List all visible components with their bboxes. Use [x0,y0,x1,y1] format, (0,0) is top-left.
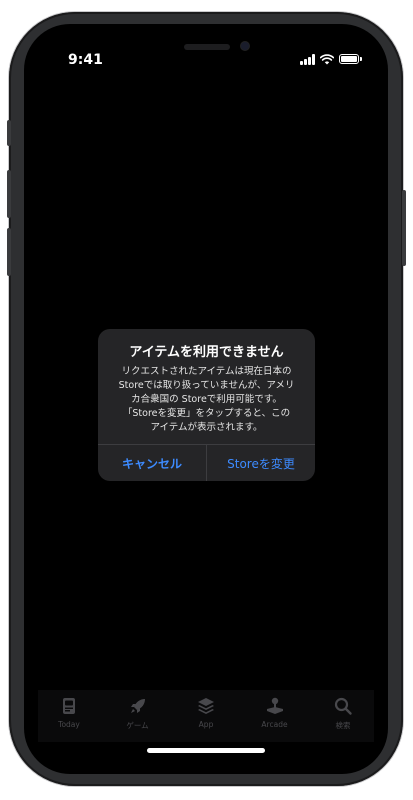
mute-switch [7,120,11,146]
tab-label-apps: App [198,720,214,729]
tab-search[interactable]: 検索 [312,690,374,742]
tab-label-today: Today [58,720,80,729]
alert-actions: キャンセル Storeを変更 [98,444,315,481]
joystick-icon [266,697,283,714]
rocket-icon [130,699,145,713]
change-store-button[interactable]: Storeを変更 [207,445,315,481]
tab-apps[interactable]: App [175,690,237,742]
volume-up-button [7,170,11,218]
home-indicator[interactable] [147,748,265,753]
alert-title: アイテムを利用できません [129,345,284,360]
earpiece-speaker [184,44,230,50]
today-icon [63,698,75,714]
tab-label-search: 検索 [335,721,351,730]
status-icons [300,52,362,66]
alert-dialog: アイテムを利用できません リクエストされたアイテムは現在日本の Storeでは取… [98,329,315,481]
wifi-icon [320,53,334,64]
cancel-button[interactable]: キャンセル [98,445,207,481]
tab-label-arcade: Arcade [261,720,288,729]
alert-message: リクエストされたアイテムは現在日本の Storeでは取り扱っていませんが、アメリ… [118,366,295,433]
power-button [402,190,406,266]
layers-icon [198,698,214,714]
tab-label-games: ゲーム [126,721,149,730]
cellular-signal-icon [300,53,315,65]
battery-icon [339,54,362,64]
tab-bar: Today ゲーム App Arcade 検索 [38,690,374,742]
front-camera [241,42,249,50]
tab-today[interactable]: Today [38,690,100,742]
tab-arcade[interactable]: Arcade [244,690,306,742]
search-icon [334,697,352,715]
tab-games[interactable]: ゲーム [107,690,169,742]
status-time: 9:41 [68,52,103,68]
volume-down-button [7,228,11,276]
